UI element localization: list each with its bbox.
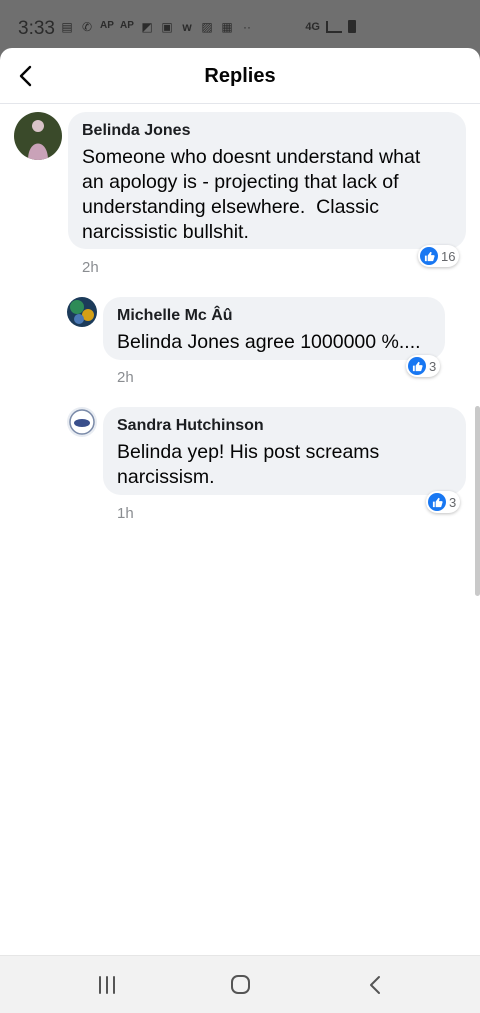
ap-icon: AP — [100, 20, 114, 31]
like-icon — [408, 357, 426, 375]
comment-author[interactable]: Sandra Hutchinson — [117, 417, 264, 435]
signal-icon — [326, 20, 342, 33]
notification-icons: ▤ ✆ AP AP ◩ ▣ w ▨ ▦ ·· — [60, 20, 254, 34]
recent-apps-button[interactable] — [92, 972, 122, 998]
w-icon: w — [182, 20, 192, 34]
ap-icon: AP — [120, 20, 134, 31]
messages-icon: ▤ — [61, 20, 73, 34]
comment-time: 2h — [117, 369, 134, 386]
news-icon: ▣ — [161, 20, 173, 34]
gallery-icon: ▨ — [201, 20, 213, 34]
reaction-count[interactable]: 16 — [418, 245, 460, 267]
like-count: 3 — [449, 494, 457, 510]
reaction-count[interactable]: 3 — [406, 355, 441, 377]
scrollbar[interactable] — [475, 406, 480, 596]
comment-bubble[interactable]: Michelle Mc Âû Belinda Jones agree 10000… — [103, 297, 445, 360]
comment-text-line: narcissistic bullshit. — [82, 221, 249, 243]
wifi-call-icon: ✆ — [81, 20, 93, 34]
replies-sheet: Replies Belinda Jones Someone who doesnt… — [0, 48, 480, 948]
replies-header: Replies — [0, 48, 480, 104]
avatar-sandra-hutchinson[interactable] — [67, 407, 97, 437]
home-icon — [231, 975, 250, 994]
network-type: 4G — [305, 20, 320, 33]
battery-icon — [348, 20, 356, 33]
comment-bubble[interactable]: Sandra Hutchinson Belinda yep! His post … — [103, 407, 466, 495]
system-nav-bar — [0, 955, 480, 1013]
comment-author[interactable]: Michelle Mc Âû — [117, 307, 233, 325]
reaction-count[interactable]: 3 — [426, 491, 461, 513]
like-count: 3 — [429, 358, 437, 374]
photo-icon: ◩ — [141, 20, 153, 34]
comment-text-line: understanding elsewhere. Classic — [82, 196, 379, 218]
comment-time: 2h — [82, 259, 99, 276]
calendar-icon: ▦ — [221, 20, 233, 34]
comment-text-line: Someone who doesnt understand what — [82, 146, 421, 168]
comment-text-line: narcissism. — [117, 466, 215, 488]
back-icon — [370, 976, 380, 994]
comment-text-line: Belinda Jones agree 1000000 %.... — [117, 331, 421, 353]
home-button[interactable] — [225, 972, 255, 998]
nav-back-button[interactable] — [361, 972, 391, 998]
recent-apps-icon — [99, 976, 115, 994]
page-title: Replies — [204, 65, 276, 87]
comment-text-line: Belinda yep! His post screams — [117, 441, 380, 463]
status-right: 4G — [305, 20, 356, 33]
comment-bubble[interactable]: Belinda Jones Someone who doesnt underst… — [68, 112, 466, 249]
comment-text-line: an apology is - projecting that lack of — [82, 171, 399, 193]
avatar-michelle-mc[interactable] — [67, 297, 97, 327]
comment-author[interactable]: Belinda Jones — [82, 122, 190, 140]
more-dots-icon: ·· — [243, 20, 251, 34]
like-icon — [420, 247, 438, 265]
comment-time: 1h — [117, 505, 134, 522]
avatar-belinda-jones[interactable] — [14, 112, 62, 160]
status-time: 3:33 — [18, 18, 55, 39]
like-icon — [428, 493, 446, 511]
like-count: 16 — [441, 248, 456, 264]
